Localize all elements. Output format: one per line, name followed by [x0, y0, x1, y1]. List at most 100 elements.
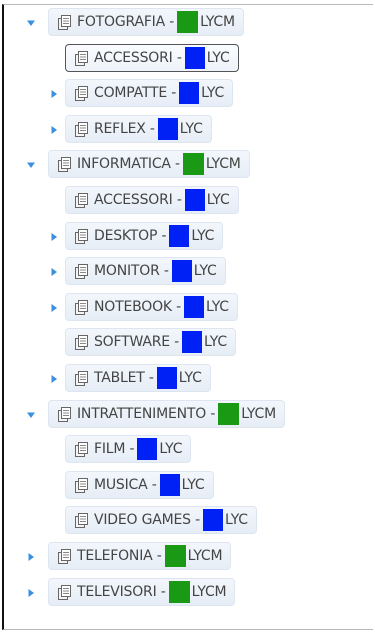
tree-node-code: LYC [193, 263, 217, 280]
category-icon [75, 477, 89, 494]
tree-node[interactable]: INFORMATICA - LYCM [48, 150, 250, 179]
blue-color-swatch [183, 295, 204, 318]
category-icon [75, 513, 89, 529]
category-icon [75, 121, 89, 138]
tree-node-label: COMPATTE - [94, 85, 177, 102]
tree-node-label: FILM - [94, 441, 135, 458]
tree-node-label: VIDEO GAMES - [94, 512, 200, 529]
collapse-arrow-icon[interactable] [49, 374, 59, 384]
collapse-arrow-icon[interactable] [49, 125, 59, 135]
tree-row: COMPATTE - LYC [4, 77, 373, 109]
tree-node-label: SOFTWARE - [94, 334, 179, 351]
tree-node-code: LYCM [205, 156, 241, 173]
tree-node[interactable]: SOFTWARE - LYC [65, 328, 236, 357]
category-icon [75, 86, 89, 102]
tree-row: NOTEBOOK - LYC [4, 291, 373, 323]
blue-color-swatch [182, 331, 202, 354]
tree-row: TELEFONIA - LYCM [4, 540, 373, 572]
tree-node-code: LYC [178, 370, 202, 386]
tree-row: TABLET - LYC [4, 362, 373, 394]
tree-node[interactable]: TABLET - LYC [65, 364, 211, 392]
tree-node[interactable]: FILM - LYC [65, 435, 192, 464]
tree-row: ACCESSORI - LYC [4, 42, 373, 74]
collapse-arrow-icon[interactable] [49, 303, 59, 313]
green-color-swatch [177, 11, 199, 33]
tree-node[interactable]: FOTOGRAFIA - LYCM [48, 8, 244, 36]
tree-row: INFORMATICA - LYCM [4, 148, 373, 180]
collapse-arrow-icon[interactable] [26, 552, 36, 562]
tree-node-code: LYC [206, 49, 230, 66]
category-icon [75, 371, 89, 387]
tree-node-code: LYCM [191, 583, 227, 600]
tree-node-code: LYC [205, 298, 229, 315]
tree-node[interactable]: MONITOR - LYC [65, 257, 226, 286]
blue-color-swatch [137, 438, 158, 461]
expand-arrow-icon[interactable] [26, 18, 36, 28]
tree-row: DESKTOP - LYC [4, 220, 373, 252]
category-icon [75, 299, 89, 316]
blue-color-swatch [171, 260, 192, 283]
collapse-arrow-icon[interactable] [49, 232, 59, 242]
tree-node[interactable]: VIDEO GAMES - LYC [65, 506, 257, 535]
tree-node-code: LYC [224, 512, 248, 529]
tree-node-code: LYC [206, 192, 230, 208]
tree-node-code: LYC [201, 85, 225, 102]
tree-node-code: LYCM [200, 14, 235, 30]
tree-node[interactable]: TELEVISORI - LYCM [48, 577, 236, 606]
tree-node-label: REFLEX - [94, 120, 155, 137]
tree-node[interactable]: TELEFONIA - LYCM [48, 542, 232, 570]
category-icon [75, 264, 89, 280]
tree-node-label: INTRATTENIMENTO - [77, 405, 216, 422]
expand-arrow-icon[interactable] [26, 160, 36, 170]
tree-row: INTRATTENIMENTO - LYCM [4, 398, 373, 430]
tree-node-code: LYCM [241, 405, 276, 422]
category-tree: FOTOGRAFIA - LYCM ACCESSORI - LYC COMPAT… [2, 4, 373, 630]
category-icon [75, 442, 89, 458]
tree-row: REFLEX - LYC [4, 113, 373, 145]
tree-node-label: MUSICA - [94, 476, 157, 493]
tree-row: TELEVISORI - LYCM [4, 576, 373, 608]
tree-node[interactable]: INTRATTENIMENTO - LYCM [48, 399, 285, 428]
tree-node-code: LYC [159, 441, 183, 458]
tree-row: VIDEO GAMES - LYC [4, 504, 373, 536]
tree-node[interactable]: COMPATTE - LYC [65, 79, 234, 108]
category-icon [75, 50, 89, 67]
category-icon [58, 406, 72, 423]
expand-arrow-icon[interactable] [26, 410, 36, 420]
tree-node-label: TELEVISORI - [77, 583, 166, 600]
blue-color-swatch [169, 224, 190, 247]
category-icon [58, 584, 72, 601]
tree-node-code: LYC [181, 476, 205, 493]
tree-row: SOFTWARE - LYC [4, 326, 373, 358]
tree-node-label: FOTOGRAFIA - [77, 14, 175, 30]
tree-row: FOTOGRAFIA - LYCM [4, 6, 373, 38]
tree-node-label: INFORMATICA - [77, 156, 180, 173]
category-icon [75, 335, 89, 351]
tree-node-label: MONITOR - [94, 263, 169, 280]
tree-row: MONITOR - LYC [4, 255, 373, 287]
green-color-swatch [164, 545, 186, 567]
category-icon [58, 15, 72, 31]
collapse-arrow-icon[interactable] [49, 89, 59, 99]
collapse-arrow-icon[interactable] [26, 588, 36, 598]
tree-node-label: ACCESSORI - [94, 192, 182, 208]
tree-node[interactable]: REFLEX - LYC [65, 114, 212, 143]
blue-color-swatch [184, 46, 205, 69]
tree-node-code: LYC [191, 227, 215, 244]
tree-node[interactable]: MUSICA - LYC [65, 470, 214, 499]
tree-node-label: ACCESSORI - [94, 49, 182, 66]
tree-node[interactable]: NOTEBOOK - LYC [65, 292, 238, 321]
category-icon [58, 157, 72, 173]
tree-row: FILM - LYC [4, 433, 373, 465]
category-icon [75, 228, 89, 245]
blue-color-swatch [156, 367, 177, 389]
blue-color-swatch [159, 473, 180, 496]
collapse-arrow-icon[interactable] [49, 267, 59, 277]
blue-color-swatch [179, 82, 200, 105]
tree-node-label: NOTEBOOK - [94, 298, 181, 315]
tree-node-code: LYC [179, 120, 203, 137]
tree-node[interactable]: ACCESSORI - LYC [65, 43, 239, 72]
tree-node[interactable]: ACCESSORI - LYC [65, 186, 239, 214]
tree-node[interactable]: DESKTOP - LYC [65, 221, 224, 250]
category-icon [58, 549, 72, 565]
